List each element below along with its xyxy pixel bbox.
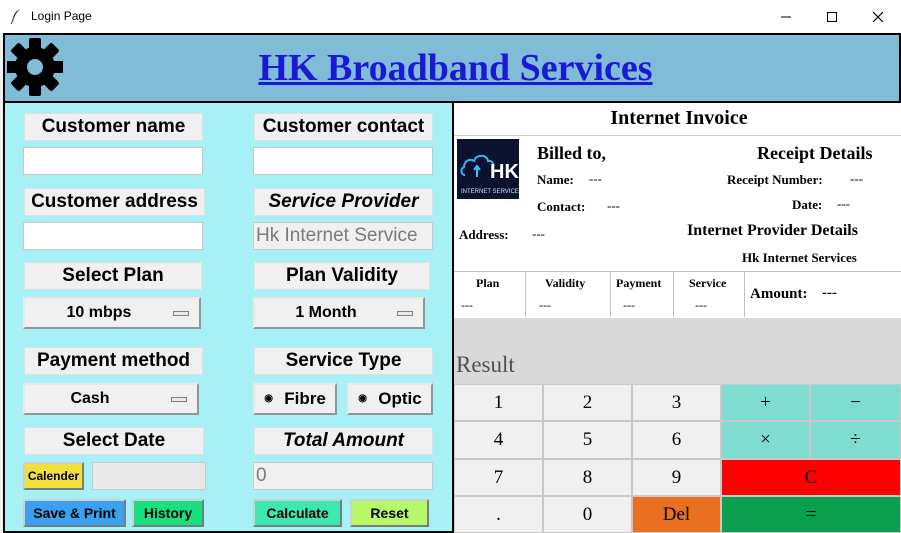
key-equals[interactable]: = — [721, 496, 901, 533]
name-label: Name: — [537, 172, 574, 187]
key-clear[interactable]: C — [721, 459, 901, 496]
service-provider-label: Service Provider — [254, 188, 433, 216]
service-radio-optic-label: Optic — [378, 389, 422, 408]
key-7[interactable]: 7 — [454, 459, 543, 496]
col-header-payment: Payment — [616, 276, 662, 290]
key-plus[interactable]: + — [721, 384, 810, 421]
window-titlebar: Login Page — [0, 0, 901, 33]
date-label: Date: — [792, 197, 823, 212]
amount-value: --- — [822, 285, 837, 301]
col-value-payment: --- — [623, 298, 635, 312]
radio-dot-icon: ◉ — [264, 393, 273, 404]
col-value-service: --- — [695, 298, 707, 312]
col-divider — [610, 272, 611, 317]
provider-details-heading: Internet Provider Details — [687, 222, 858, 239]
billed-to-heading: Billed to, — [537, 143, 607, 163]
validity-dropdown[interactable]: 1 Month — [253, 297, 425, 329]
key-9[interactable]: 9 — [632, 459, 721, 496]
maximize-button[interactable] — [809, 0, 855, 33]
col-value-plan: --- — [461, 298, 473, 312]
close-button[interactable] — [855, 0, 901, 33]
total-amount-field[interactable]: 0 — [253, 462, 433, 490]
key-decimal[interactable]: . — [454, 496, 543, 533]
dropdown-indicator-icon — [171, 397, 187, 402]
payment-dropdown-value: Cash — [70, 390, 110, 407]
history-button[interactable]: History — [132, 499, 204, 527]
invoice-divider — [454, 135, 901, 136]
key-6[interactable]: 6 — [632, 421, 721, 459]
customer-name-input[interactable] — [23, 147, 203, 175]
col-value-validity: --- — [539, 298, 551, 312]
key-8[interactable]: 8 — [543, 459, 632, 496]
col-divider — [673, 272, 674, 317]
hk-logo: HK INTERNET SERVICE — [457, 139, 519, 199]
receipt-number-value: --- — [850, 171, 863, 186]
col-header-service: Service — [689, 276, 727, 290]
contact-value: --- — [607, 198, 620, 213]
date-value: --- — [837, 196, 850, 211]
invoice-table-top-border — [454, 271, 901, 272]
amount-label: Amount: — [750, 286, 808, 302]
select-plan-label: Select Plan — [24, 262, 202, 290]
app-title: HK Broadband Services — [258, 47, 653, 89]
col-divider — [525, 272, 526, 317]
customer-address-label: Customer address — [24, 188, 205, 216]
customer-contact-input[interactable] — [253, 147, 433, 175]
logo-text: HK — [490, 161, 519, 183]
total-amount-label: Total Amount — [254, 427, 433, 455]
plan-validity-label: Plan Validity — [254, 262, 430, 290]
service-radio-optic[interactable]: ◉ Optic — [347, 383, 433, 415]
select-date-label: Select Date — [24, 427, 204, 455]
service-type-label: Service Type — [254, 347, 433, 375]
key-1[interactable]: 1 — [454, 384, 543, 421]
key-multiply[interactable]: × — [721, 421, 810, 459]
key-delete[interactable]: Del — [632, 496, 721, 533]
payment-method-label: Payment method — [24, 347, 203, 375]
key-2[interactable]: 2 — [543, 384, 632, 421]
service-radio-fibre[interactable]: ◉ Fibre — [253, 383, 337, 415]
customer-contact-label: Customer contact — [254, 113, 433, 141]
plan-dropdown-value: 10 mbps — [66, 304, 132, 321]
radio-dot-icon: ◉ — [358, 393, 367, 404]
save-print-button[interactable]: Save & Print — [23, 499, 126, 527]
receipt-details-heading: Receipt Details — [757, 143, 873, 163]
date-field[interactable] — [92, 462, 206, 490]
invoice-title: Internet Invoice — [610, 107, 748, 129]
plan-dropdown[interactable]: 10 mbps — [23, 297, 201, 329]
key-divide[interactable]: ÷ — [810, 421, 901, 459]
service-provider-field[interactable]: Hk Internet Service — [253, 222, 433, 250]
logo-subtext: INTERNET SERVICE — [461, 189, 519, 195]
payment-dropdown[interactable]: Cash — [23, 383, 199, 415]
contact-label: Contact: — [537, 199, 586, 214]
receipt-number-label: Receipt Number: — [727, 172, 823, 187]
dropdown-indicator-icon — [397, 311, 413, 316]
reset-button[interactable]: Reset — [350, 499, 429, 527]
minimize-button[interactable] — [763, 0, 809, 33]
key-5[interactable]: 5 — [543, 421, 632, 459]
key-minus[interactable]: − — [810, 384, 901, 421]
col-header-plan: Plan — [476, 276, 500, 290]
calculate-button[interactable]: Calculate — [253, 499, 342, 527]
key-4[interactable]: 4 — [454, 421, 543, 459]
calendar-button[interactable]: Calender — [23, 462, 84, 490]
feather-icon — [9, 8, 23, 25]
key-3[interactable]: 3 — [632, 384, 721, 421]
customer-name-label: Customer name — [24, 113, 203, 141]
service-radio-fibre-label: Fibre — [284, 389, 326, 408]
address-label: Address: — [459, 227, 509, 242]
calculator-display: Result — [456, 352, 515, 377]
address-value: --- — [532, 226, 545, 241]
dropdown-indicator-icon — [173, 311, 189, 316]
col-divider — [744, 272, 745, 317]
key-0[interactable]: 0 — [543, 496, 632, 533]
customer-address-input[interactable] — [23, 222, 203, 250]
validity-dropdown-value: 1 Month — [295, 304, 357, 321]
name-value: --- — [589, 171, 602, 186]
window-title: Login Page — [31, 9, 92, 23]
provider-name: Hk Internet Services — [742, 250, 857, 265]
col-header-validity: Validity — [545, 276, 586, 290]
